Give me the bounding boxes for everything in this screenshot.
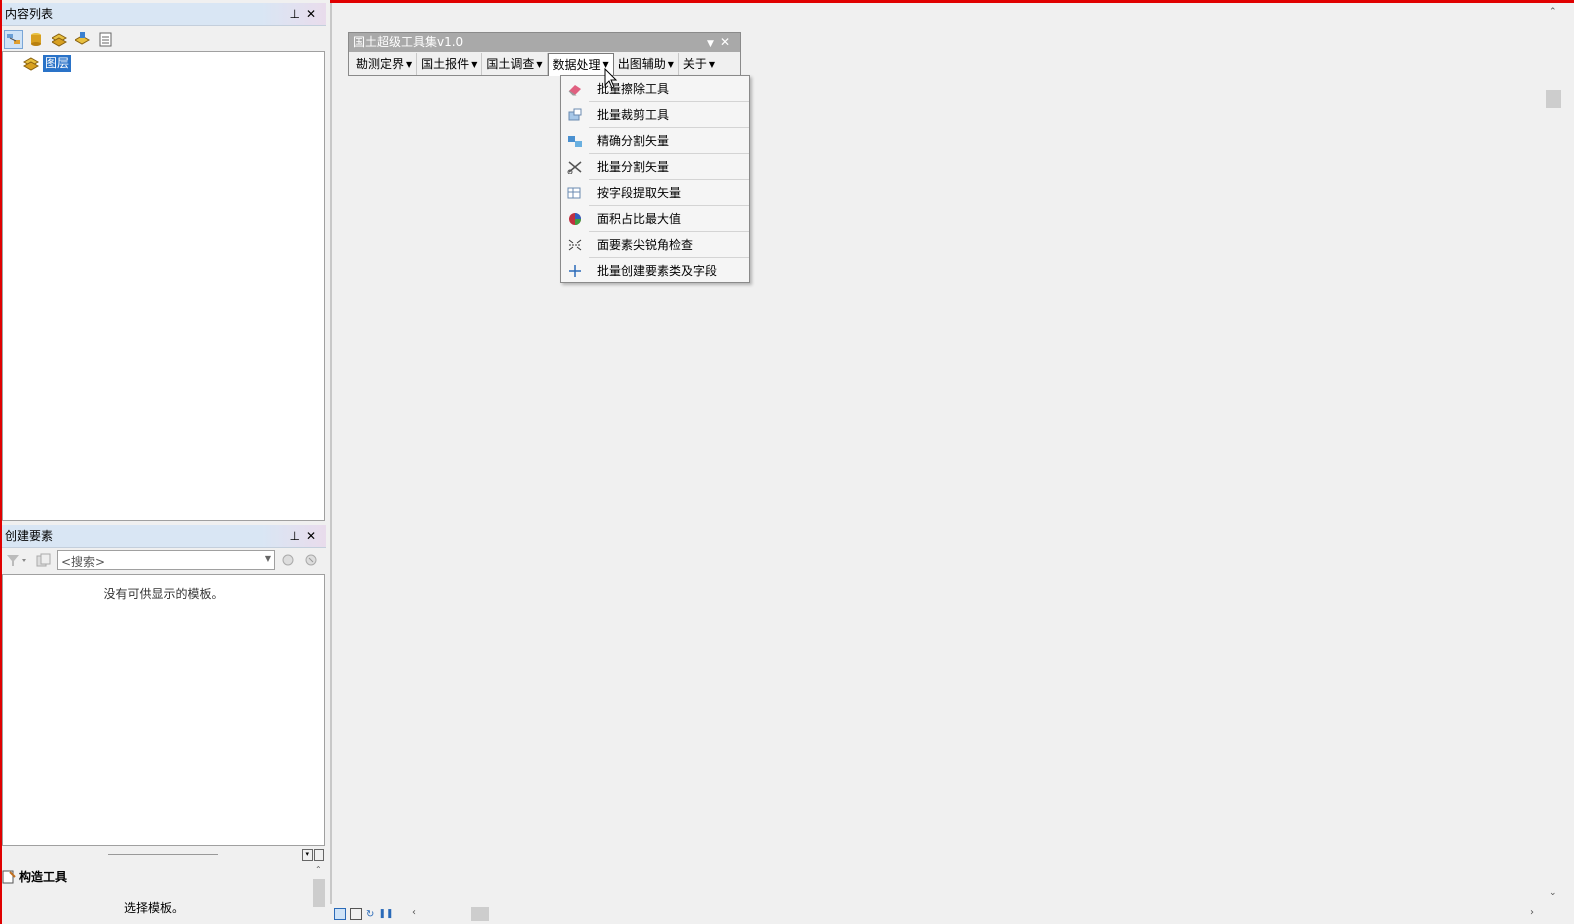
scroll-thumb[interactable] xyxy=(313,879,325,907)
menu-item-precise-split[interactable]: 精确分割矢量 xyxy=(561,128,749,154)
layers-icon xyxy=(23,56,39,71)
create-features-panel: 创建要素 ⊥✕ <搜索> ▼ 没有可供显示的模板。 xyxy=(2,525,326,850)
expand-icon[interactable]: ▾ xyxy=(302,849,313,861)
menu-map-output[interactable]: 出图辅助 ▼ xyxy=(614,53,679,75)
precise-split-icon xyxy=(561,128,589,154)
organize-templates-icon[interactable] xyxy=(34,551,53,570)
close-icon[interactable]: ✕ xyxy=(306,7,322,21)
pie-icon xyxy=(561,206,589,232)
menu-survey[interactable]: 勘测定界 ▼ xyxy=(352,53,418,75)
scroll-down-icon[interactable]: ⌄ xyxy=(1549,888,1557,898)
construct-tools-scrollbar[interactable]: ⌃ xyxy=(312,863,326,924)
menu-item-extract-by-field[interactable]: 按字段提取矢量 xyxy=(561,180,749,206)
toc-panel: 内容列表 ⊥✕ 图层 xyxy=(2,3,326,521)
construct-tools-icon xyxy=(2,870,16,883)
menu-item-sharp-angle-check[interactable]: 面要素尖锐角检查 xyxy=(561,232,749,258)
search-placeholder: <搜索> xyxy=(61,555,106,569)
close-icon[interactable]: ✕ xyxy=(720,35,736,49)
layer-node[interactable]: 图层 xyxy=(23,55,72,72)
construct-tools-panel: 构造工具 选择模板。 ⌃ xyxy=(2,863,326,924)
template-list: 没有可供显示的模板。 xyxy=(2,574,325,846)
options-icon[interactable] xyxy=(96,30,115,49)
create-features-toolbar: <搜索> ▼ xyxy=(2,548,326,572)
description-icon[interactable] xyxy=(313,849,324,861)
toc-tree: 图层 xyxy=(2,51,325,521)
menu-land-survey[interactable]: 国土调查 ▼ xyxy=(482,53,548,75)
scroll-up-icon[interactable]: ⌃ xyxy=(1549,7,1557,17)
construct-tools-title: 构造工具 xyxy=(19,870,68,884)
menu-item-batch-erase[interactable]: 批量擦除工具 xyxy=(561,76,749,102)
menu-item-batch-create-feature-class[interactable]: 批量创建要素类及字段 xyxy=(561,258,749,284)
clear-search-icon[interactable] xyxy=(302,551,321,570)
tool-window-title: 国土超级工具集v1.0 xyxy=(353,35,464,49)
scroll-right-icon[interactable]: › xyxy=(1530,907,1534,918)
toc-toolbar xyxy=(2,26,326,52)
mouse-cursor-icon xyxy=(604,68,618,89)
empty-message: 没有可供显示的模板。 xyxy=(103,587,224,601)
scroll-thumb[interactable] xyxy=(1546,90,1561,108)
pin-icon[interactable]: ⊥ xyxy=(289,7,305,21)
menu-item-batch-split[interactable]: 批量分割矢量 xyxy=(561,154,749,180)
scroll-thumb[interactable] xyxy=(471,907,489,921)
tool-window-menubar: 勘测定界 ▼ 国土报件 ▼ 国土调查 ▼ 数据处理 ▼ 出图辅助 ▼ 关于 ▼ xyxy=(349,52,740,76)
toc-title: 内容列表 xyxy=(5,7,54,21)
list-by-drawing-order-icon[interactable] xyxy=(4,29,23,49)
menu-item-batch-clip[interactable]: 批量裁剪工具 xyxy=(561,102,749,128)
tool-window: 国土超级工具集v1.0 ▼✕ 勘测定界 ▼ 国土报件 ▼ 国土调查 ▼ 数据处理 ▼ 出… xyxy=(348,32,741,76)
close-icon[interactable]: ✕ xyxy=(306,529,322,543)
dropdown-arrow-icon[interactable]: ▼ xyxy=(707,39,720,49)
pause-icon[interactable]: ❚❚ xyxy=(378,909,393,919)
map-horizontal-scrollbar[interactable]: ↻ ❚❚ ‹ › xyxy=(330,904,1545,924)
map-vertical-scrollbar[interactable]: ⌃ ⌄ xyxy=(1545,3,1562,903)
sharp-angle-icon xyxy=(561,232,589,258)
view-buttons: ↻ ❚❚ xyxy=(334,908,393,920)
batch-split-icon xyxy=(561,154,589,180)
create-features-title-bar: 创建要素 ⊥✕ xyxy=(2,525,326,548)
eraser-icon xyxy=(561,76,589,102)
data-view-icon[interactable] xyxy=(334,908,346,920)
layer-label: 图层 xyxy=(43,55,72,72)
list-by-selection-icon[interactable] xyxy=(73,30,92,49)
scroll-left-icon[interactable]: ‹ xyxy=(412,907,416,918)
pin-icon[interactable]: ⊥ xyxy=(289,529,305,543)
chevron-down-icon[interactable]: ▼ xyxy=(265,554,271,563)
search-icon[interactable] xyxy=(279,551,298,570)
plus-icon xyxy=(561,258,589,284)
menu-item-area-ratio-max[interactable]: 面积占比最大值 xyxy=(561,206,749,232)
scroll-up-icon[interactable]: ⌃ xyxy=(315,865,322,874)
construct-tools-message: 选择模板。 xyxy=(124,901,185,915)
view-toggle[interactable]: ▾ xyxy=(302,849,324,861)
create-features-title: 创建要素 xyxy=(5,529,54,543)
list-by-visibility-icon[interactable] xyxy=(50,30,69,49)
construct-tools-header: 构造工具 xyxy=(2,863,326,885)
map-view[interactable] xyxy=(330,3,1574,924)
search-input[interactable]: <搜索> ▼ xyxy=(57,550,275,570)
field-extract-icon xyxy=(561,180,589,206)
toc-title-bar: 内容列表 ⊥✕ xyxy=(2,3,326,26)
menu-about[interactable]: 关于 ▼ xyxy=(679,53,719,75)
filter-icon[interactable] xyxy=(4,551,30,570)
data-processing-dropdown: 批量擦除工具 批量裁剪工具 精确分割矢量 批量分割矢量 按字段提取矢量 面积占比… xyxy=(560,75,750,283)
layout-view-icon[interactable] xyxy=(350,908,362,920)
clip-icon xyxy=(561,102,589,128)
splitter-handle[interactable] xyxy=(108,854,218,855)
menu-report[interactable]: 国土报件 ▼ xyxy=(417,53,483,75)
tool-window-titlebar[interactable]: 国土超级工具集v1.0 ▼✕ xyxy=(349,33,740,52)
list-by-source-icon[interactable] xyxy=(27,30,46,49)
refresh-icon[interactable]: ↻ xyxy=(366,909,374,920)
